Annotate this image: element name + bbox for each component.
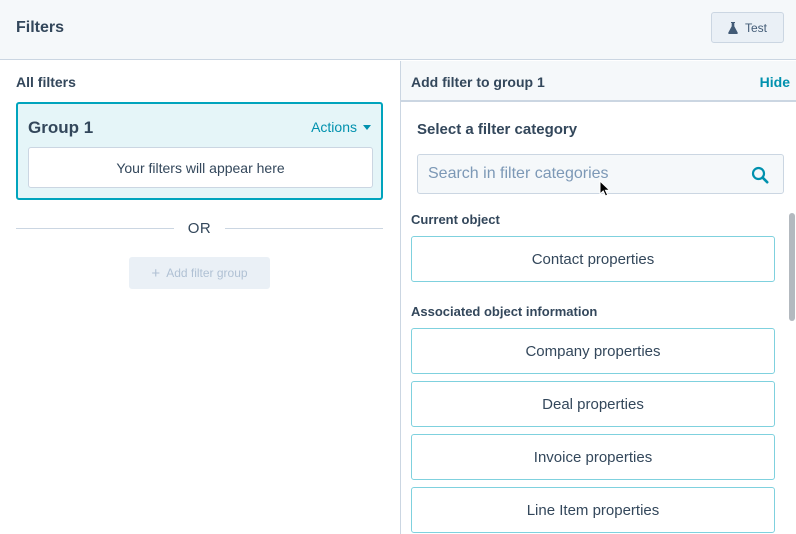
add-filter-group-label: Add filter group	[166, 266, 248, 280]
group-title: Group 1	[28, 118, 94, 137]
actions-dropdown[interactable]: Actions	[311, 119, 371, 135]
scrollbar-thumb[interactable]	[789, 213, 795, 321]
line-item-properties-button[interactable]: Line Item properties	[411, 487, 775, 533]
actions-label: Actions	[311, 119, 357, 135]
filters-header: Filters Test	[0, 0, 796, 60]
or-separator: OR	[16, 219, 383, 239]
all-filters-title: All filters	[16, 74, 76, 90]
add-filter-group-button[interactable]: + Add filter group	[129, 257, 270, 289]
mouse-pointer-icon	[599, 179, 611, 203]
divider-line	[225, 228, 383, 229]
add-filter-panel: Add filter to group 1 Hide Select a filt…	[401, 61, 796, 534]
search-icon[interactable]	[751, 166, 769, 189]
category-search-input[interactable]	[418, 155, 748, 193]
page-title: Filters	[16, 19, 65, 36]
add-filter-header: Add filter to group 1 Hide	[401, 61, 796, 102]
contact-properties-button[interactable]: Contact properties	[411, 236, 775, 282]
flask-icon	[728, 21, 738, 34]
section-label-associated-object: Associated object information	[411, 304, 598, 319]
add-filter-title: Add filter to group 1	[411, 74, 545, 90]
all-filters-panel: All filters Group 1 Actions Your filters…	[0, 61, 400, 534]
plus-icon: +	[151, 264, 161, 282]
filter-group-card[interactable]: Group 1 Actions Your filters will appear…	[16, 102, 383, 200]
select-category-title: Select a filter category	[417, 121, 578, 138]
hide-link[interactable]: Hide	[760, 74, 790, 90]
empty-filters-placeholder: Your filters will appear here	[28, 147, 373, 188]
test-button[interactable]: Test	[711, 12, 784, 43]
deal-properties-button[interactable]: Deal properties	[411, 381, 775, 427]
section-label-current-object: Current object	[411, 212, 500, 227]
test-button-label: Test	[744, 20, 767, 35]
invoice-properties-button[interactable]: Invoice properties	[411, 434, 775, 480]
caret-down-icon	[363, 124, 371, 130]
company-properties-button[interactable]: Company properties	[411, 328, 775, 374]
